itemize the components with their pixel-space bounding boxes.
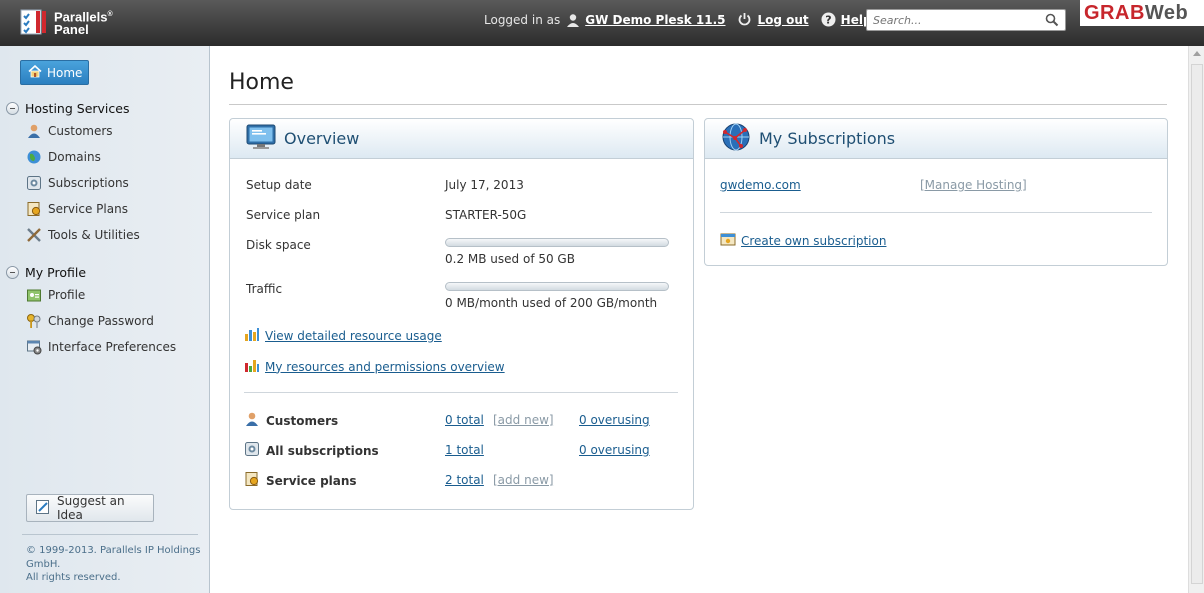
manage-hosting-link[interactable]: [Manage Hosting]	[920, 178, 1027, 192]
create-subscription-row: Create own subscription	[720, 232, 886, 249]
scrollbar-thumb[interactable]	[1191, 64, 1203, 584]
traffic-usage-value: 0 MB/month used of 200 GB/month	[445, 296, 658, 310]
resource-usage-row: View detailed resource usage	[244, 326, 442, 345]
sidebar-item-change-password[interactable]: Change Password	[6, 308, 176, 334]
sidebar-item-subscriptions[interactable]: Subscriptions	[6, 170, 140, 196]
nav-group-hosting: Hosting Services Customers Domains Subsc…	[6, 98, 140, 248]
add-service-plan-link[interactable]: [add new]	[493, 473, 554, 487]
subscriptions-divider	[720, 212, 1152, 213]
overview-divider	[244, 392, 678, 393]
sidebar-item-domains[interactable]: Domains	[6, 144, 140, 170]
power-icon	[737, 12, 752, 27]
subscriptions-total-link[interactable]: 1 total	[445, 443, 484, 457]
overview-title: Overview	[284, 129, 360, 148]
globe-icon	[26, 149, 42, 165]
brand-line2: Panel	[54, 22, 89, 38]
subscriptions-header: My Subscriptions	[705, 119, 1167, 159]
summary-subscriptions-label: All subscriptions	[244, 441, 379, 460]
permissions-row: My resources and permissions overview	[244, 357, 505, 376]
suggest-label: Suggest an Idea	[57, 494, 125, 522]
suggest-icon	[35, 499, 51, 518]
setup-date-label: Setup date	[246, 178, 312, 192]
bar-chart-icon	[244, 326, 260, 345]
home-label: Home	[47, 65, 83, 80]
collapse-icon[interactable]	[6, 101, 19, 115]
subscription-icon	[244, 441, 260, 460]
add-customer-link[interactable]: [add new]	[493, 413, 554, 427]
grabweb-watermark: GRABWeb	[1080, 0, 1204, 26]
customers-overusing-link[interactable]: 0 overusing	[579, 413, 650, 427]
sidebar-item-service-plans[interactable]: Service Plans	[6, 196, 140, 222]
search-box	[866, 9, 1066, 31]
keys-icon	[26, 313, 42, 329]
svg-text:?: ?	[825, 14, 831, 27]
title-divider	[229, 104, 1167, 105]
profile-icon	[26, 287, 42, 303]
nav-group-profile: My Profile Profile Change Password Inter…	[6, 262, 176, 360]
resources-permissions-link[interactable]: My resources and permissions overview	[265, 360, 505, 374]
subscriptions-title: My Subscriptions	[759, 129, 896, 148]
disk-usage-value: 0.2 MB used of 50 GB	[445, 252, 575, 266]
nav-group-title: Hosting Services	[25, 100, 130, 116]
search-icon[interactable]	[1045, 13, 1059, 30]
logged-in-label: Logged in as	[484, 12, 561, 27]
sidebar-item-customers[interactable]: Customers	[6, 118, 140, 144]
service-plans-total-link[interactable]: 2 total	[445, 473, 484, 487]
globe-network-icon	[721, 122, 751, 155]
subscriptions-panel: My Subscriptions gwdemo.com [Manage Host…	[704, 118, 1168, 266]
sidebar-divider	[22, 534, 198, 535]
preferences-icon	[26, 339, 42, 355]
traffic-label: Traffic	[246, 282, 283, 296]
service-plan-label: Service plan	[246, 208, 321, 222]
copyright: © 1999-2013. Parallels IP Holdings GmbH.…	[26, 545, 201, 583]
nav-group-header[interactable]: Hosting Services	[6, 98, 140, 118]
disk-space-label: Disk space	[246, 238, 311, 252]
new-subscription-icon	[720, 232, 736, 249]
subscriptions-overusing-link[interactable]: 0 overusing	[579, 443, 650, 457]
disk-usage-bar	[445, 238, 669, 247]
scroll-up-arrow-icon[interactable]	[1193, 51, 1201, 56]
subscription-domain-link[interactable]: gwdemo.com	[720, 178, 801, 192]
logout-link[interactable]: Log out	[757, 13, 808, 27]
home-button[interactable]: Home	[20, 60, 89, 85]
sidebar: Home Hosting Services Customers Domains …	[0, 46, 210, 593]
page-title: Home	[229, 70, 294, 95]
account-bar: Logged in as GW Demo Plesk 11.5 Log out …	[484, 12, 884, 27]
summary-service-plans-label: Service plans	[244, 471, 357, 490]
top-bar: Parallels® Panel Logged in as GW Demo Pl…	[0, 0, 1204, 46]
nav-group-title: My Profile	[25, 264, 87, 280]
plan-icon	[26, 201, 42, 217]
service-plan-value: STARTER-50G	[445, 208, 527, 222]
plan-icon	[244, 471, 260, 490]
traffic-usage-bar	[445, 282, 669, 291]
summary-customers-label: Customers	[244, 411, 338, 430]
monitor-icon	[246, 124, 276, 153]
sidebar-item-interface-preferences[interactable]: Interface Preferences	[6, 334, 176, 360]
overview-header: Overview	[230, 119, 693, 159]
vertical-scrollbar[interactable]	[1188, 46, 1204, 593]
user-icon	[566, 13, 580, 27]
home-icon	[28, 64, 42, 81]
view-resource-usage-link[interactable]: View detailed resource usage	[265, 329, 442, 343]
tools-icon	[26, 227, 42, 243]
resources-chart-icon	[244, 357, 260, 376]
setup-date-value: July 17, 2013	[445, 178, 524, 192]
sidebar-item-tools[interactable]: Tools & Utilities	[6, 222, 140, 248]
subscription-icon	[26, 175, 42, 191]
suggest-idea-button[interactable]: Suggest an Idea	[26, 494, 154, 522]
sidebar-item-profile[interactable]: Profile	[6, 282, 176, 308]
nav-group-header[interactable]: My Profile	[6, 262, 176, 282]
search-input[interactable]	[873, 13, 1033, 27]
user-name-link[interactable]: GW Demo Plesk 11.5	[585, 13, 725, 27]
overview-panel: Overview Setup date July 17, 2013 Servic…	[229, 118, 694, 510]
create-subscription-link[interactable]: Create own subscription	[741, 234, 886, 248]
help-icon: ?	[821, 12, 836, 27]
collapse-icon[interactable]	[6, 265, 19, 279]
parallels-logo[interactable]: Parallels® Panel	[20, 8, 113, 36]
customers-total-link[interactable]: 0 total	[445, 413, 484, 427]
customer-icon	[26, 123, 42, 139]
main-content: Home Overview Setup date July 17, 2013 S…	[211, 46, 1188, 593]
parallels-logo-icon	[20, 8, 48, 36]
customer-icon	[244, 411, 260, 430]
